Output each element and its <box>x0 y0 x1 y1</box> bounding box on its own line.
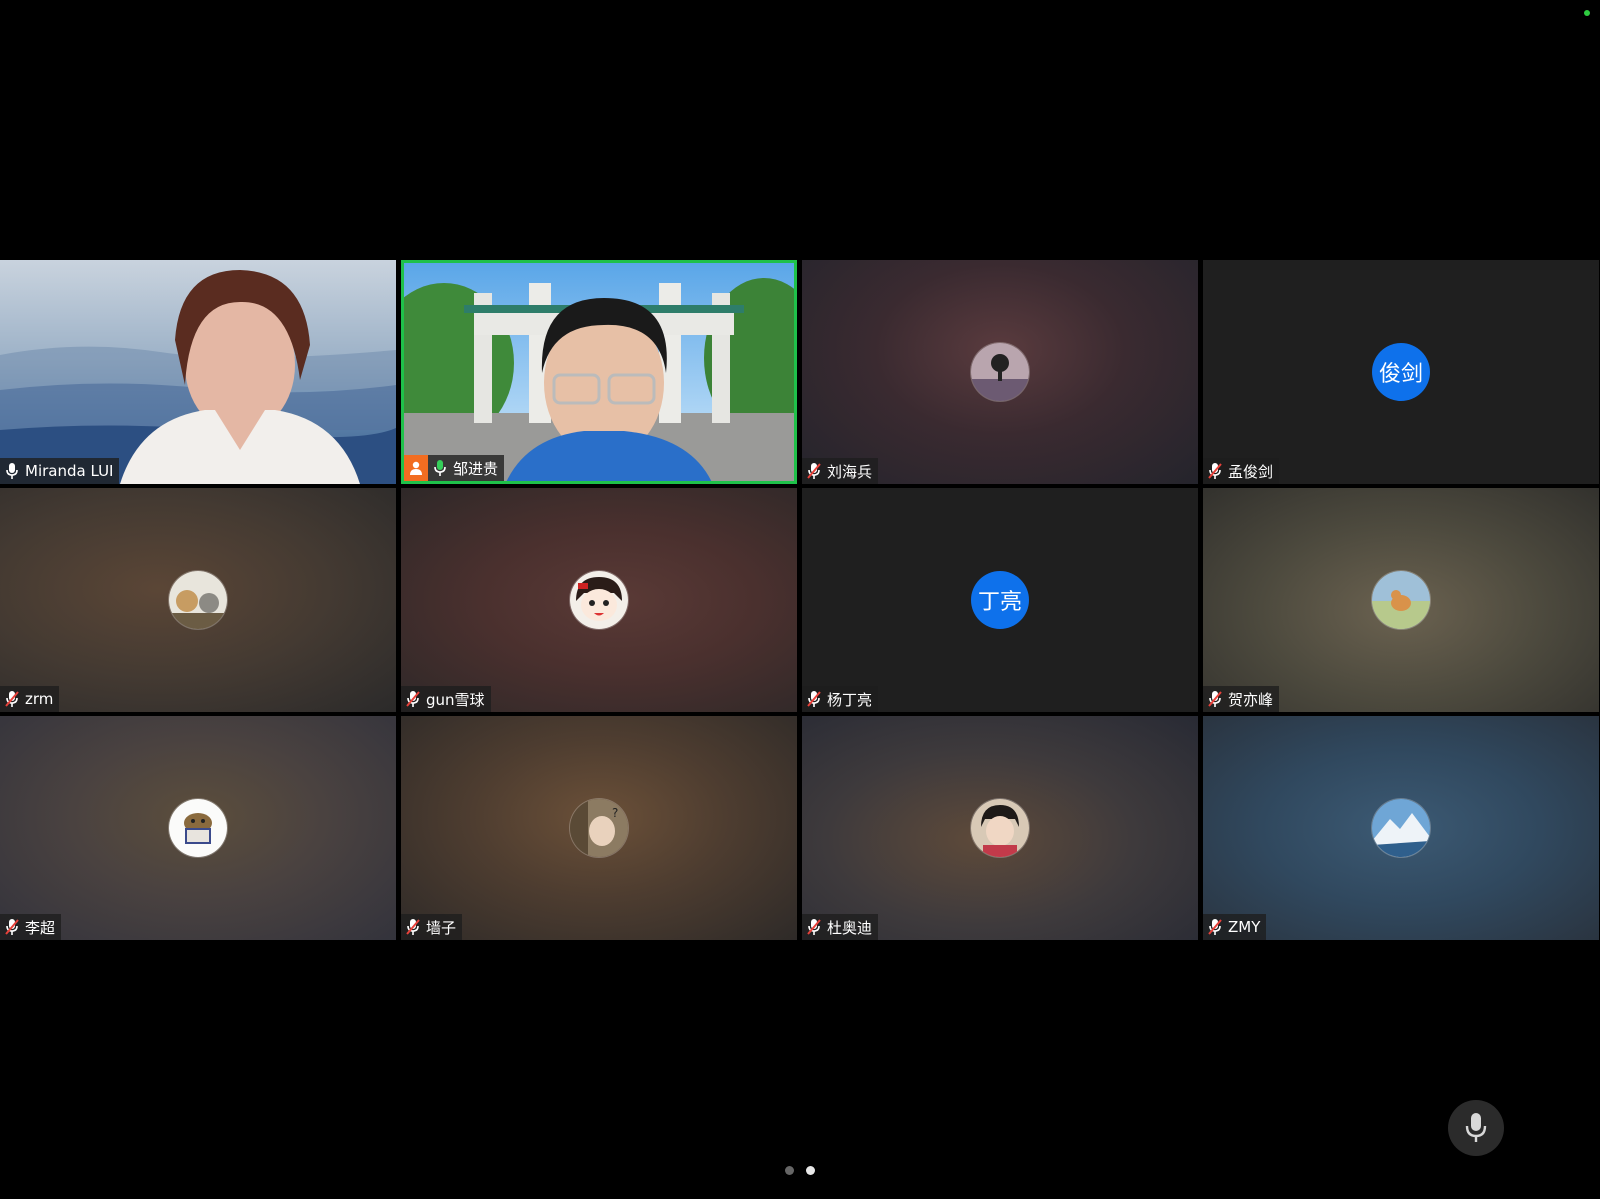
participant-name: 刘海兵 <box>827 462 873 481</box>
microphone-muted-icon <box>1208 463 1222 479</box>
participant-avatar <box>971 799 1029 857</box>
participant-name: 墙子 <box>426 918 457 937</box>
participant-tile-gun-xueqiu[interactable]: gun雪球 <box>401 488 797 712</box>
participant-grid: Miranda LUI 邹进贵 刘海兵 俊剑 孟俊剑 zrm gun雪球 丁亮 … <box>0 260 1600 940</box>
participant-initials-avatar: 俊剑 <box>1372 343 1430 401</box>
participant-avatar: ? <box>570 799 628 857</box>
participant-name: gun雪球 <box>426 690 485 709</box>
participant-tile-he-yifeng[interactable]: 贺亦峰 <box>1203 488 1599 712</box>
participant-avatar <box>1372 571 1430 629</box>
video-feed <box>0 260 396 484</box>
microphone-active-icon <box>434 460 446 476</box>
microphone-muted-icon <box>807 691 821 707</box>
page-dot-2[interactable] <box>806 1166 815 1175</box>
participant-name: zrm <box>25 690 54 708</box>
participant-name-tag: ZMY <box>1203 914 1267 940</box>
host-person-icon <box>404 455 428 481</box>
microphone-muted-icon <box>807 463 821 479</box>
participant-avatar <box>1372 799 1430 857</box>
participant-name-tag: 杜奥迪 <box>802 914 879 940</box>
page-indicator <box>0 1166 1600 1175</box>
participant-avatar <box>570 571 628 629</box>
participant-tile-zmy[interactable]: ZMY <box>1203 716 1599 940</box>
microphone-icon <box>1465 1113 1487 1142</box>
microphone-muted-icon <box>1208 691 1222 707</box>
participant-avatar <box>169 571 227 629</box>
participant-name-tag: 孟俊剑 <box>1203 458 1280 484</box>
participant-tile-zou-jingui[interactable]: 邹进贵 <box>401 260 797 484</box>
status-indicator-dot <box>1584 10 1590 16</box>
participant-tile-zrm[interactable]: zrm <box>0 488 396 712</box>
participant-tile-miranda-lui[interactable]: Miranda LUI <box>0 260 396 484</box>
meeting-screen: Miranda LUI 邹进贵 刘海兵 俊剑 孟俊剑 zrm gun雪球 丁亮 … <box>0 0 1600 1199</box>
microphone-icon <box>6 463 18 479</box>
participant-tile-qiangzi[interactable]: ? 墙子 <box>401 716 797 940</box>
participant-name: 杨丁亮 <box>827 690 873 709</box>
participant-name-tag: gun雪球 <box>401 686 491 712</box>
participant-tile-du-aodi[interactable]: 杜奥迪 <box>802 716 1198 940</box>
microphone-muted-icon <box>5 691 19 707</box>
participant-tile-yang-dingliang[interactable]: 丁亮 杨丁亮 <box>802 488 1198 712</box>
participant-name: Miranda LUI <box>25 462 114 480</box>
participant-name-tag: 李超 <box>0 914 62 940</box>
participant-name: 杜奥迪 <box>827 918 873 937</box>
participant-tile-meng-junjian[interactable]: 俊剑 孟俊剑 <box>1203 260 1599 484</box>
microphone-muted-icon <box>807 919 821 935</box>
unmute-button[interactable] <box>1448 1100 1504 1156</box>
participant-name: ZMY <box>1228 918 1261 936</box>
participant-name: 贺亦峰 <box>1228 690 1274 709</box>
participant-avatar <box>169 799 227 857</box>
video-feed <box>404 263 794 481</box>
participant-tile-liu-haibing[interactable]: 刘海兵 <box>802 260 1198 484</box>
microphone-muted-icon <box>406 691 420 707</box>
participant-name-tag: Miranda LUI <box>0 458 120 484</box>
participant-name-tag: 邹进贵 <box>404 455 505 481</box>
participant-name: 邹进贵 <box>453 459 499 478</box>
participant-tile-li-chao[interactable]: 李超 <box>0 716 396 940</box>
participant-name: 孟俊剑 <box>1228 462 1274 481</box>
page-dot-1[interactable] <box>785 1166 794 1175</box>
participant-name-tag: zrm <box>0 686 60 712</box>
participant-name-tag: 杨丁亮 <box>802 686 879 712</box>
microphone-muted-icon <box>406 919 420 935</box>
microphone-muted-icon <box>5 919 19 935</box>
participant-name: 李超 <box>25 918 56 937</box>
participant-avatar <box>971 343 1029 401</box>
svg-text:?: ? <box>612 806 618 820</box>
participant-name-tag: 刘海兵 <box>802 458 879 484</box>
participant-initials-avatar: 丁亮 <box>971 571 1029 629</box>
microphone-muted-icon <box>1208 919 1222 935</box>
participant-name-tag: 贺亦峰 <box>1203 686 1280 712</box>
participant-name-tag: 墙子 <box>401 914 463 940</box>
